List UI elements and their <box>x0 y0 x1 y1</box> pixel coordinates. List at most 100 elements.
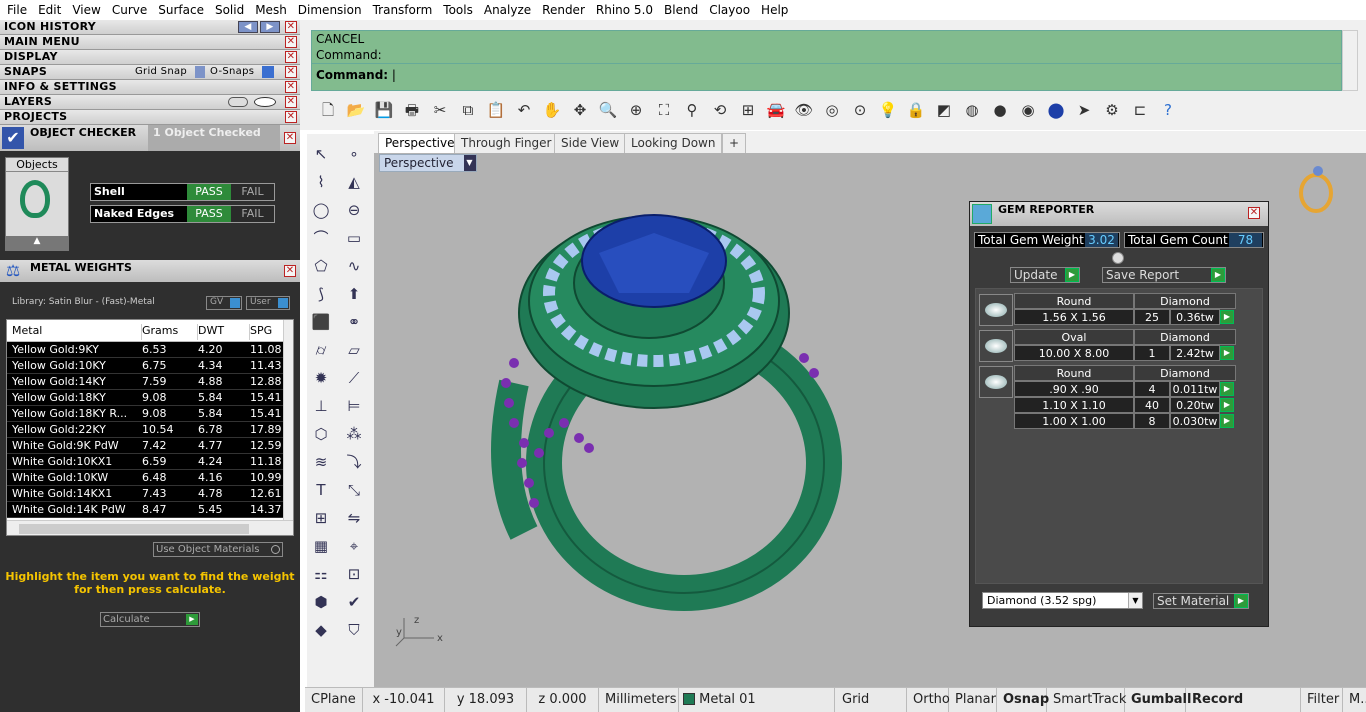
circle-icon[interactable]: ◯ <box>309 198 333 222</box>
menu-item[interactable]: Transform <box>368 3 439 17</box>
close-icon[interactable]: ✕ <box>285 51 297 63</box>
lock-icon[interactable]: 🔒 <box>905 99 927 121</box>
paint-icon[interactable]: ⛉ <box>342 618 366 642</box>
table-row[interactable]: Yellow Gold:14KY 7.59 4.88 12.88 <box>7 374 283 390</box>
grid-snap-status[interactable]: Grid Snap <box>836 688 907 712</box>
more-status[interactable]: M.. <box>1343 688 1366 712</box>
new-file-icon[interactable]: 🗋 <box>317 99 339 121</box>
mirror-icon[interactable]: ⇋ <box>342 506 366 530</box>
close-icon[interactable]: ✕ <box>284 132 296 144</box>
expand-up-icon[interactable]: ▲ <box>6 236 68 250</box>
info-settings-header[interactable]: INFO & SETTINGS ✕ <box>0 80 300 95</box>
use-object-materials-toggle[interactable]: Use Object Materials <box>153 542 283 557</box>
close-icon[interactable]: ✕ <box>285 36 297 48</box>
main-menu-header[interactable]: MAIN MENU ✕ <box>0 35 300 50</box>
record-history-status[interactable]: Record History <box>1186 688 1301 712</box>
print-icon[interactable]: 🖶 <box>401 99 423 121</box>
ortho-status[interactable]: Ortho <box>907 688 950 712</box>
gem-shape-icon[interactable] <box>979 366 1013 398</box>
filter-status[interactable]: Filter <box>1301 688 1343 712</box>
zoom-selected-icon[interactable]: ⚲ <box>681 99 703 121</box>
history-icon[interactable]: ⊡ <box>342 562 366 586</box>
menu-item[interactable]: Tools <box>438 3 479 17</box>
table-row[interactable]: Yellow Gold:18KY R... 9.08 5.84 15.41 <box>7 406 283 422</box>
eye-icon[interactable]: 👁 <box>793 99 815 121</box>
rectangle-icon[interactable]: ▭ <box>342 226 366 250</box>
table-row[interactable]: Yellow Gold:9KY 6.53 4.20 11.08 <box>7 342 283 358</box>
eye-icon[interactable] <box>254 97 276 107</box>
viewport-tab[interactable]: Perspective <box>378 133 462 153</box>
set-material-button[interactable]: Set Material ▶ <box>1153 593 1249 609</box>
table-row[interactable]: White Gold:14K PdW 8.47 5.45 14.37 <box>7 502 283 518</box>
layers-icon[interactable]: ◩ <box>933 99 955 121</box>
menu-item[interactable]: Help <box>756 3 794 17</box>
control-point-icon[interactable]: ◭ <box>342 170 366 194</box>
material-select[interactable]: Diamond (3.52 spg) ▼ <box>982 592 1143 609</box>
objects-preview[interactable]: Objects ▲ <box>5 157 69 251</box>
curve-icon[interactable]: ∿ <box>342 254 366 278</box>
cplane-status[interactable]: CPlane <box>305 688 363 712</box>
table-row[interactable]: Yellow Gold:10KY 6.75 4.34 11.43 <box>7 358 283 374</box>
viewport-tab[interactable]: + <box>722 133 747 153</box>
close-icon[interactable]: ✕ <box>285 81 297 93</box>
o-snaps-toggle[interactable]: O-Snaps <box>210 65 254 79</box>
close-icon[interactable]: ✕ <box>1248 207 1260 219</box>
table-row[interactable]: Yellow Gold:22KY 10.54 6.78 17.89 <box>7 422 283 438</box>
close-icon[interactable]: ✕ <box>285 21 297 33</box>
viewport-tab[interactable]: Looking Down <box>624 133 723 153</box>
zoom-extents-icon[interactable]: ⛶ <box>653 99 675 121</box>
splitter-handle[interactable] <box>1112 252 1124 264</box>
play-icon[interactable]: ▶ <box>1220 382 1234 396</box>
menu-item[interactable]: Dimension <box>293 3 368 17</box>
play-icon[interactable]: ▶ <box>1220 398 1234 412</box>
user-toggle[interactable]: User <box>246 296 290 310</box>
menu-item[interactable]: Curve <box>107 3 153 17</box>
menu-item[interactable]: Clayoo <box>704 3 756 17</box>
table-row[interactable]: White Gold:10KW 6.48 4.16 10.99 <box>7 470 283 486</box>
play-icon[interactable]: ▶ <box>1220 310 1234 324</box>
project-icon[interactable]: ⊨ <box>342 394 366 418</box>
solid-icon[interactable]: ◆ <box>309 618 333 642</box>
close-icon[interactable]: ✕ <box>285 111 297 123</box>
close-icon[interactable]: ✕ <box>284 265 296 277</box>
column-header[interactable]: Metal <box>12 324 142 340</box>
menu-item[interactable]: File <box>2 3 33 17</box>
viewport-tab[interactable]: Side View <box>554 133 627 153</box>
light-icon[interactable] <box>228 97 248 107</box>
units-status[interactable]: Millimeters <box>599 688 679 712</box>
menu-item[interactable]: Analyze <box>479 3 537 17</box>
calculate-button[interactable]: Calculate ▶ <box>100 612 200 627</box>
dimension-icon[interactable]: ⌖ <box>342 534 366 558</box>
shield-icon[interactable]: ⬢ <box>309 590 333 614</box>
update-button[interactable]: Update ▶ <box>1010 267 1080 283</box>
menu-item[interactable]: Blend <box>659 3 704 17</box>
close-icon[interactable]: ✕ <box>285 66 297 78</box>
help-icon[interactable]: ? <box>1157 99 1179 121</box>
mesh-icon[interactable]: ▦ <box>309 534 333 558</box>
ellipse-icon[interactable]: ⊖ <box>342 198 366 222</box>
extrude-icon[interactable]: ⬆ <box>342 282 366 306</box>
rotate-view-icon[interactable]: ⟲ <box>709 99 731 121</box>
gear-dot-icon[interactable]: ⊙ <box>849 99 871 121</box>
car-icon[interactable]: 🚘 <box>765 99 787 121</box>
icon-history-header[interactable]: ICON HISTORY ◀ ▶ ✕ <box>0 20 300 35</box>
menu-item[interactable]: Rhino 5.0 <box>591 3 659 17</box>
command-scrollbar[interactable] <box>1342 30 1358 91</box>
gv-toggle[interactable]: GV <box>206 296 242 310</box>
horizontal-scrollbar[interactable] <box>7 520 293 535</box>
check-icon[interactable]: ✔ <box>342 590 366 614</box>
table-row[interactable]: White Gold:14KX1 7.43 4.78 12.61 <box>7 486 283 502</box>
table-row[interactable]: Yellow Gold:18KY 9.08 5.84 15.41 <box>7 390 283 406</box>
bulb-icon[interactable]: 💡 <box>877 99 899 121</box>
gem-shape-icon[interactable] <box>979 294 1013 326</box>
blue-sphere-icon[interactable]: ⬤ <box>1045 99 1067 121</box>
play-icon[interactable]: ▶ <box>1220 414 1234 428</box>
align-icon[interactable]: ⊏ <box>1129 99 1151 121</box>
four-viewports-icon[interactable]: ⊞ <box>737 99 759 121</box>
display-header[interactable]: DISPLAY ✕ <box>0 50 300 65</box>
layer-status[interactable]: Metal 01 <box>679 688 835 712</box>
move-icon[interactable]: ✥ <box>569 99 591 121</box>
paste-icon[interactable]: 📋 <box>485 99 507 121</box>
vertical-scrollbar[interactable] <box>283 320 293 520</box>
forward-arrow-icon[interactable]: ▶ <box>260 21 280 33</box>
